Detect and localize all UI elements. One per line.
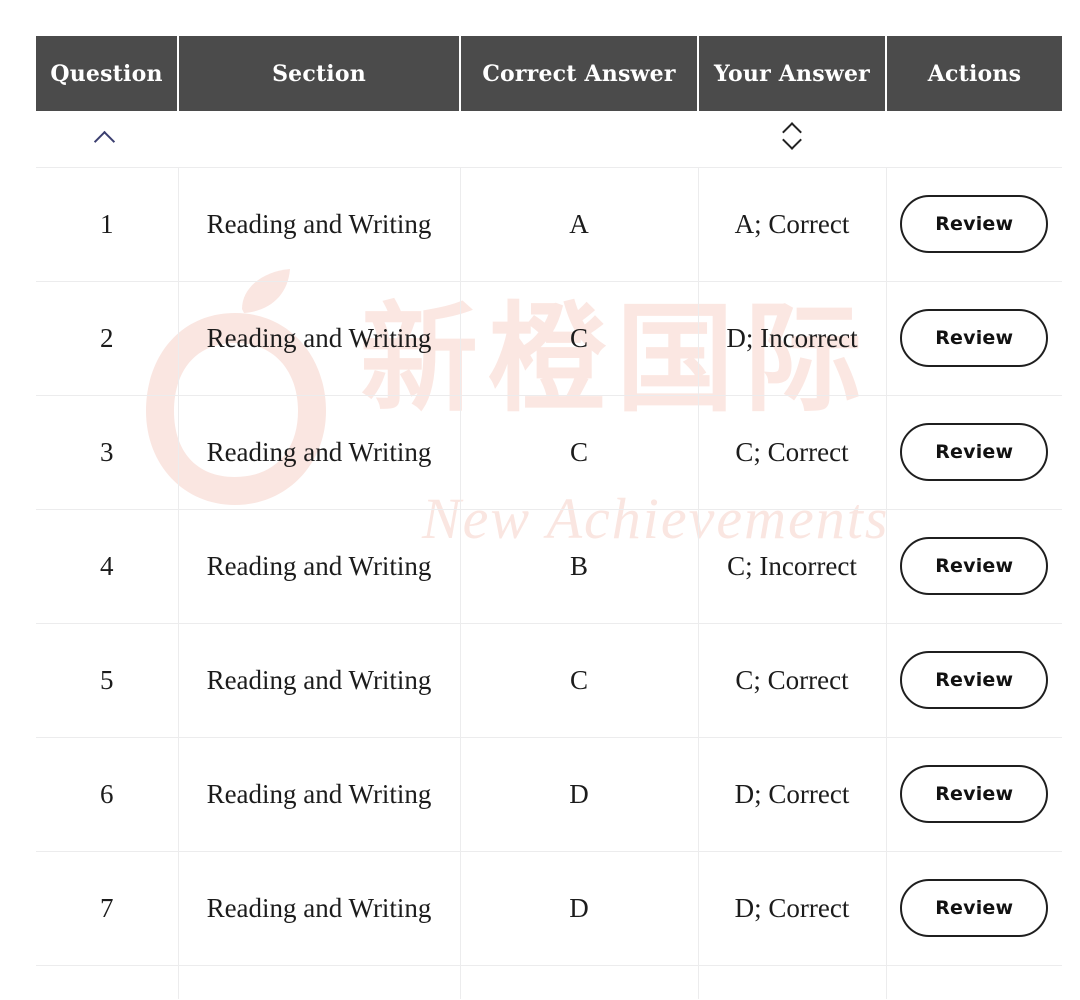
review-button[interactable]: Review: [900, 879, 1049, 937]
cell-actions: Review: [886, 737, 1062, 852]
cell-correct-answer: C: [460, 395, 699, 510]
table-row: 6 Reading and Writing D D; Correct Revie…: [36, 737, 1062, 852]
cell-your-answer: A; Correct: [698, 167, 887, 282]
table-row-partial: [36, 965, 1062, 999]
cell-question: 5: [36, 623, 179, 738]
table-row: 5 Reading and Writing C C; Correct Revie…: [36, 623, 1062, 738]
table-row: 4 Reading and Writing B C; Incorrect Rev…: [36, 509, 1062, 624]
sort-cell-your-answer[interactable]: [698, 111, 886, 168]
cell-section: Reading and Writing: [178, 737, 461, 852]
cell-actions: Review: [886, 167, 1062, 282]
cell-actions: Review: [886, 281, 1062, 396]
cell-correct-answer: D: [460, 851, 699, 966]
cell-question: 4: [36, 509, 179, 624]
cell-question: 7: [36, 851, 179, 966]
cell-correct-answer: C: [460, 623, 699, 738]
sort-cell-actions: [886, 111, 1062, 168]
cell-actions: Review: [886, 623, 1062, 738]
page-root: 新橙国际 New Achievements Question Section C…: [0, 0, 1080, 1000]
cell-your-answer: C; Incorrect: [698, 509, 887, 624]
cell-section: Reading and Writing: [178, 851, 461, 966]
cell-correct-answer: D: [460, 737, 699, 852]
cell-section: Reading and Writing: [178, 167, 461, 282]
results-table-container: Question Section Correct Answer Your Ans…: [36, 36, 1062, 999]
cell-your-answer: C; Correct: [698, 395, 887, 510]
chevron-up-down-icon[interactable]: [780, 121, 804, 151]
table-row: 3 Reading and Writing C C; Correct Revie…: [36, 395, 1062, 510]
table-row: 7 Reading and Writing D D; Correct Revie…: [36, 851, 1062, 966]
sort-indicator-body: [36, 111, 1062, 168]
sort-cell-correct-answer: [460, 111, 698, 168]
cell-actions-partial: [886, 965, 1062, 999]
results-table: Question Section Correct Answer Your Ans…: [36, 36, 1062, 999]
cell-section: Reading and Writing: [178, 509, 461, 624]
table-header: Question Section Correct Answer Your Ans…: [36, 36, 1062, 111]
cell-question: 2: [36, 281, 179, 396]
cell-question: 1: [36, 167, 179, 282]
table-row: 1 Reading and Writing A A; Correct Revie…: [36, 167, 1062, 282]
cell-question-partial: [36, 965, 179, 999]
cell-your-answer: D; Correct: [698, 851, 887, 966]
chevron-up-icon[interactable]: [94, 129, 120, 143]
cell-section: Reading and Writing: [178, 281, 461, 396]
sort-cell-question[interactable]: [36, 111, 178, 168]
cell-question: 3: [36, 395, 179, 510]
cell-correct-answer: B: [460, 509, 699, 624]
cell-question: 6: [36, 737, 179, 852]
table-body: 1 Reading and Writing A A; Correct Revie…: [36, 167, 1062, 999]
review-button[interactable]: Review: [900, 423, 1049, 481]
cell-your-answer: D; Incorrect: [698, 281, 887, 396]
cell-actions: Review: [886, 395, 1062, 510]
cell-actions: Review: [886, 851, 1062, 966]
review-button[interactable]: Review: [900, 765, 1049, 823]
cell-your-answer: D; Correct: [698, 737, 887, 852]
review-button[interactable]: Review: [900, 651, 1049, 709]
table-row: 2 Reading and Writing C D; Incorrect Rev…: [36, 281, 1062, 396]
cell-correct-answer: A: [460, 167, 699, 282]
cell-correct-answer-partial: [460, 965, 699, 999]
column-header-question[interactable]: Question: [36, 36, 179, 111]
cell-section-partial: [178, 965, 461, 999]
cell-your-answer-partial: [698, 965, 887, 999]
cell-correct-answer: C: [460, 281, 699, 396]
cell-section: Reading and Writing: [178, 395, 461, 510]
review-button[interactable]: Review: [900, 195, 1049, 253]
column-header-correct-answer[interactable]: Correct Answer: [460, 36, 699, 111]
column-header-actions: Actions: [886, 36, 1062, 111]
cell-section: Reading and Writing: [178, 623, 461, 738]
column-header-section[interactable]: Section: [178, 36, 461, 111]
cell-actions: Review: [886, 509, 1062, 624]
table-header-row: Question Section Correct Answer Your Ans…: [36, 36, 1062, 111]
cell-your-answer: C; Correct: [698, 623, 887, 738]
review-button[interactable]: Review: [900, 537, 1049, 595]
review-button[interactable]: Review: [900, 309, 1049, 367]
sort-cell-section: [178, 111, 460, 168]
column-header-your-answer[interactable]: Your Answer: [698, 36, 887, 111]
sort-indicator-row: [36, 111, 1062, 168]
